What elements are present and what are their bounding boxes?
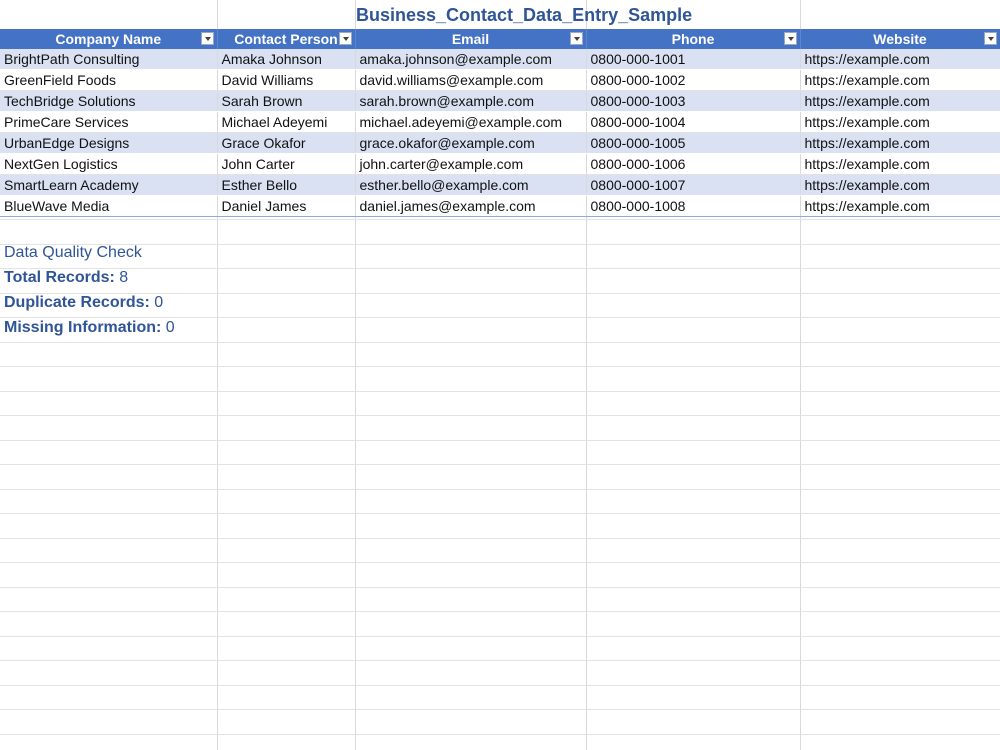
contact-person-cell[interactable]: Sarah Brown: [217, 90, 356, 112]
header-email[interactable]: Email: [355, 29, 587, 49]
table-row: BrightPath Consulting Amaka Johnson amaka.…: [0, 49, 1000, 70]
website-cell[interactable]: https://example.com: [800, 174, 1000, 196]
website-cell[interactable]: https://example.com: [800, 111, 1000, 133]
total-records-label: Total Records:: [4, 269, 115, 286]
contact-person-cell[interactable]: David Williams: [217, 69, 356, 91]
phone-cell[interactable]: 0800-000-1007: [586, 174, 801, 196]
row-gridline: [0, 562, 1000, 563]
email-cell[interactable]: michael.adeyemi@example.com: [355, 111, 587, 133]
company-name-cell[interactable]: BlueWave Media: [0, 195, 218, 217]
header-company-name[interactable]: Company Name: [0, 29, 218, 49]
phone-cell[interactable]: 0800-000-1001: [586, 49, 801, 70]
email-cell[interactable]: john.carter@example.com: [355, 153, 587, 175]
table-row: UrbanEdge Designs Grace Okafor grace.okafo…: [0, 132, 1000, 154]
row-gridline: [0, 636, 1000, 637]
row-gridline: [0, 464, 1000, 465]
duplicate-records-cell[interactable]: Duplicate Records: 0: [4, 291, 163, 315]
table-row: NextGen Logistics John Carter john.carter@…: [0, 153, 1000, 175]
email-cell[interactable]: sarah.brown@example.com: [355, 90, 587, 112]
table-row: TechBridge Solutions Sarah Brown sarah.bro…: [0, 90, 1000, 112]
duplicate-records-label: Duplicate Records:: [4, 294, 150, 311]
row-gridline: [0, 440, 1000, 441]
website-cell[interactable]: https://example.com: [800, 132, 1000, 154]
sheet-title[interactable]: Business_Contact_Data_Entry_Sample: [356, 2, 692, 28]
row-gridline: [0, 219, 1000, 220]
contact-person-cell[interactable]: Daniel James: [217, 195, 356, 217]
company-name-cell[interactable]: UrbanEdge Designs: [0, 132, 218, 154]
table-row: SmartLearn Academy Esther Bello esther.bel…: [0, 174, 1000, 196]
total-records-value: 8: [119, 269, 129, 286]
row-gridline: [0, 587, 1000, 588]
filter-dropdown-icon[interactable]: [200, 32, 214, 45]
header-phone[interactable]: Phone: [586, 29, 801, 49]
filter-dropdown-icon[interactable]: [569, 32, 583, 45]
phone-cell[interactable]: 0800-000-1008: [586, 195, 801, 217]
contact-person-cell[interactable]: Esther Bello: [217, 174, 356, 196]
missing-information-cell[interactable]: Missing Information: 0: [4, 316, 175, 340]
spreadsheet[interactable]: Business_Contact_Data_Entry_Sample Compa…: [0, 0, 1000, 750]
company-name-cell[interactable]: TechBridge Solutions: [0, 90, 218, 112]
row-gridline: [0, 611, 1000, 612]
website-cell[interactable]: https://example.com: [800, 90, 1000, 112]
phone-cell[interactable]: 0800-000-1002: [586, 69, 801, 91]
company-name-cell[interactable]: PrimeCare Services: [0, 111, 218, 133]
row-gridline: [0, 391, 1000, 392]
contact-person-cell[interactable]: John Carter: [217, 153, 356, 175]
website-cell[interactable]: https://example.com: [800, 153, 1000, 175]
row-gridline: [0, 660, 1000, 661]
table-row: GreenField Foods David Williams david.will…: [0, 69, 1000, 91]
company-name-cell[interactable]: GreenField Foods: [0, 69, 218, 91]
row-gridline: [0, 538, 1000, 539]
phone-cell[interactable]: 0800-000-1003: [586, 90, 801, 112]
header-website[interactable]: Website: [800, 29, 1000, 49]
table-row: PrimeCare Services Michael Adeyemi michael…: [0, 111, 1000, 133]
row-gridline: [0, 513, 1000, 514]
contact-person-cell[interactable]: Grace Okafor: [217, 132, 356, 154]
row-gridline: [0, 415, 1000, 416]
table-body: BrightPath Consulting Amaka Johnson amaka.…: [0, 49, 1000, 217]
row-gridline: [0, 685, 1000, 686]
missing-information-label: Missing Information:: [4, 319, 162, 336]
email-cell[interactable]: esther.bello@example.com: [355, 174, 587, 196]
missing-information-value: 0: [165, 319, 175, 336]
row-gridline: [0, 342, 1000, 343]
total-records-cell[interactable]: Total Records: 8: [4, 266, 128, 290]
email-cell[interactable]: david.williams@example.com: [355, 69, 587, 91]
filter-dropdown-icon[interactable]: [983, 32, 997, 45]
phone-cell[interactable]: 0800-000-1005: [586, 132, 801, 154]
table-row: BlueWave Media Daniel James daniel.james@e…: [0, 195, 1000, 217]
company-name-cell[interactable]: BrightPath Consulting: [0, 49, 218, 70]
row-gridline: [0, 734, 1000, 735]
contact-person-cell[interactable]: Amaka Johnson: [217, 49, 356, 70]
company-name-cell[interactable]: SmartLearn Academy: [0, 174, 218, 196]
website-cell[interactable]: https://example.com: [800, 69, 1000, 91]
row-gridline: [0, 709, 1000, 710]
email-cell[interactable]: amaka.johnson@example.com: [355, 49, 587, 70]
row-gridline: [0, 268, 1000, 269]
website-cell[interactable]: https://example.com: [800, 195, 1000, 217]
contacts-table[interactable]: Company Name Contact Person Email Phone …: [0, 29, 1000, 217]
company-name-cell[interactable]: NextGen Logistics: [0, 153, 218, 175]
filter-dropdown-icon[interactable]: [338, 32, 352, 45]
phone-cell[interactable]: 0800-000-1006: [586, 153, 801, 175]
data-quality-heading[interactable]: Data Quality Check: [4, 241, 142, 265]
row-gridline: [0, 489, 1000, 490]
row-gridline: [0, 366, 1000, 367]
website-cell[interactable]: https://example.com: [800, 49, 1000, 70]
header-contact-person[interactable]: Contact Person: [217, 29, 356, 49]
filter-dropdown-icon[interactable]: [783, 32, 797, 45]
email-cell[interactable]: grace.okafor@example.com: [355, 132, 587, 154]
duplicate-records-value: 0: [154, 294, 164, 311]
contact-person-cell[interactable]: Michael Adeyemi: [217, 111, 356, 133]
header-row: Company Name Contact Person Email Phone …: [0, 29, 1000, 49]
phone-cell[interactable]: 0800-000-1004: [586, 111, 801, 133]
row-gridline: [0, 244, 1000, 245]
email-cell[interactable]: daniel.james@example.com: [355, 195, 587, 217]
